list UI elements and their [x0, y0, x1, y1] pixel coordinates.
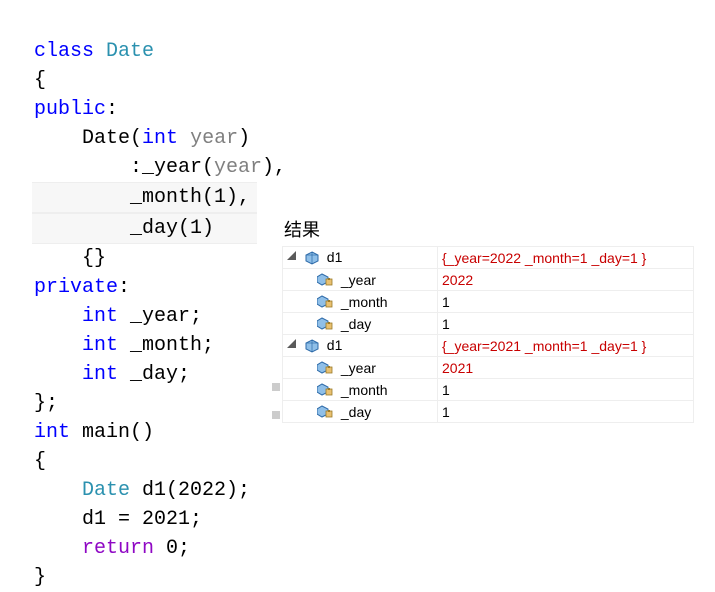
field-icon: [317, 383, 333, 396]
code-text: _month(1),: [34, 186, 250, 209]
field-icon: [317, 295, 333, 308]
watch-row-field[interactable]: _year 2022: [283, 269, 694, 291]
watch-field-name: _month: [341, 382, 388, 398]
code-line: [34, 363, 82, 386]
selection-grip-icon: [272, 411, 280, 419]
code-text: ): [238, 127, 250, 150]
watch-field-value: 1: [438, 291, 694, 313]
highlighted-line: _day(1): [32, 213, 257, 244]
watch-field-value: 2022: [438, 269, 694, 291]
field-icon: [317, 405, 333, 418]
type-date: Date: [106, 40, 154, 63]
field-icon: [317, 317, 333, 330]
watch-field-name: _month: [341, 294, 388, 310]
code-line: [34, 127, 82, 150]
watch-field-value: 2021: [438, 357, 694, 379]
selection-grip-icon: [272, 383, 280, 391]
watch-row-field[interactable]: _month 1: [283, 291, 694, 313]
code-text: :: [118, 276, 130, 299]
expander-open-icon[interactable]: [287, 251, 297, 261]
code-text: 0;: [154, 537, 190, 560]
keyword-int: int: [34, 421, 70, 444]
watch-row-field[interactable]: _day 1: [283, 401, 694, 423]
field-icon: [317, 361, 333, 374]
keyword-class: class: [34, 40, 94, 63]
watch-field-name: _year: [341, 360, 376, 376]
watch-value: {_year=2022 _month=1 _day=1 }: [438, 247, 694, 269]
watch-field-value: 1: [438, 401, 694, 423]
watch-field-value: 1: [438, 313, 694, 335]
code-text: ),: [262, 156, 286, 179]
code-line: {: [34, 450, 46, 473]
watch-name: d1: [327, 249, 343, 265]
param-year: year: [214, 156, 262, 179]
code-line: {: [34, 69, 46, 92]
highlighted-line: _month(1),: [32, 182, 257, 213]
watch-value: {_year=2021 _month=1 _day=1 }: [438, 335, 694, 357]
code-line: [34, 334, 82, 357]
watch-row-field[interactable]: _day 1: [283, 313, 694, 335]
watch-row-field[interactable]: _year 2021: [283, 357, 694, 379]
watch-field-name: _year: [341, 272, 376, 288]
watch-field-value: 1: [438, 379, 694, 401]
field-icon: [317, 273, 333, 286]
code-line: {}: [34, 247, 106, 270]
keyword-private: private: [34, 276, 118, 299]
code-text: _day;: [118, 363, 190, 386]
watch-table: d1 {_year=2022 _month=1 _day=1 } _year 2…: [282, 246, 694, 423]
code-line: [34, 537, 82, 560]
code-line: [34, 305, 82, 328]
keyword-return: return: [82, 537, 154, 560]
expander-open-icon[interactable]: [287, 339, 297, 349]
code-text: _day(1): [34, 217, 214, 240]
type-date: Date: [82, 479, 130, 502]
keyword-public: public: [34, 98, 106, 121]
code-line: [34, 479, 82, 502]
keyword-int: int: [142, 127, 178, 150]
watch-row-object[interactable]: d1 {_year=2022 _month=1 _day=1 }: [283, 247, 694, 269]
watch-field-name: _day: [341, 404, 371, 420]
keyword-int: int: [82, 334, 118, 357]
keyword-int: int: [82, 305, 118, 328]
code-text: d1(2022);: [130, 479, 250, 502]
code-text: _year;: [118, 305, 202, 328]
code-line: };: [34, 392, 58, 415]
code-text: :_year(: [34, 156, 214, 179]
object-icon: [305, 251, 319, 265]
watch-field-name: _day: [341, 316, 371, 332]
code-text: (: [130, 127, 142, 150]
ctor-name: Date: [82, 127, 130, 150]
watch-name: d1: [327, 337, 343, 353]
watch-row-field[interactable]: _month 1: [283, 379, 694, 401]
keyword-int: int: [82, 363, 118, 386]
watch-row-object[interactable]: d1 {_year=2021 _month=1 _day=1 }: [283, 335, 694, 357]
code-line: }: [34, 566, 46, 589]
code-line: d1 = 2021;: [34, 508, 202, 531]
code-text: :: [106, 98, 118, 121]
code-text: main(): [70, 421, 154, 444]
object-icon: [305, 339, 319, 353]
code-text: _month;: [118, 334, 214, 357]
results-panel: 结果 d1 {_year=2022 _month=1 _day=1 } _yea…: [282, 216, 694, 423]
results-title: 结果: [282, 216, 694, 246]
param-year: year: [190, 127, 238, 150]
